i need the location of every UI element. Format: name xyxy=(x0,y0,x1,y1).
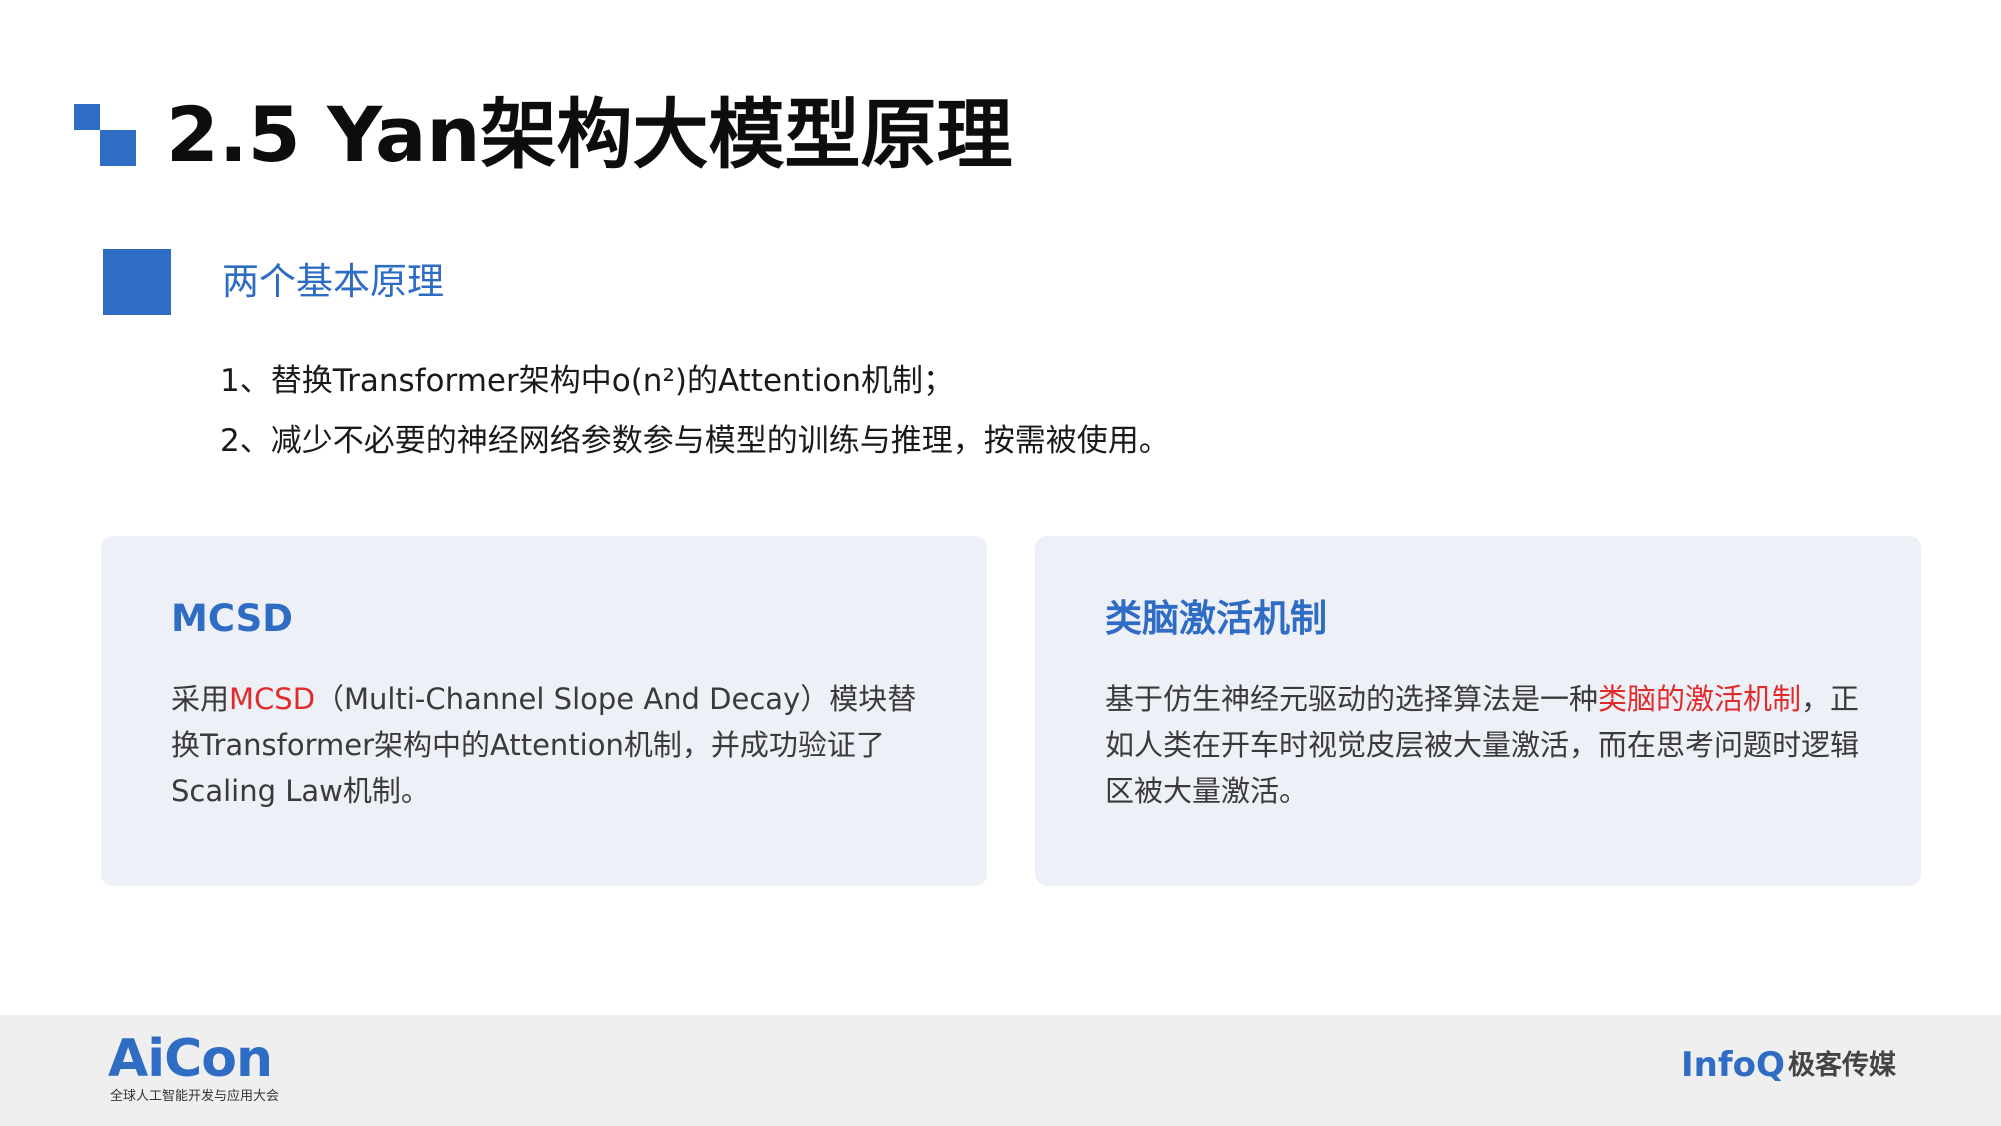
geek-media-logo: 极客传媒 xyxy=(1788,1050,1896,1081)
aicon-subtitle: 全球人工智能开发与应用大会 xyxy=(110,1089,280,1104)
footer: AiCon 全球人工智能开发与应用大会 InfoQ 极客传媒 xyxy=(0,1015,2001,1126)
card-body: 基于仿生神经元驱动的选择算法是一种类脑的激活机制，正如人类在开车时视觉皮层被大量… xyxy=(1105,676,1865,814)
card-title: 类脑激活机制 xyxy=(1105,597,1327,640)
card-brain-activation: 类脑激活机制 基于仿生神经元驱动的选择算法是一种类脑的激活机制，正如人类在开车时… xyxy=(1035,536,1921,886)
aicon-logo: AiCon xyxy=(108,1029,273,1089)
card-mcsd: MCSD 采用MCSD（Multi-Channel Slope And Deca… xyxy=(101,536,987,886)
card-title: MCSD xyxy=(171,597,294,640)
section-title: 两个基本原理 xyxy=(222,260,444,303)
title-mark-square-small xyxy=(74,104,100,130)
card-body-highlight: MCSD xyxy=(229,682,316,716)
card-body-text: 基于仿生神经元驱动的选择算法是一种 xyxy=(1105,682,1599,716)
card-body-highlight: 类脑的激活机制 xyxy=(1598,682,1802,716)
principle-2: 2、减少不必要的神经网络参数参与模型的训练与推理，按需被使用。 xyxy=(220,423,1170,459)
section-marker-icon xyxy=(103,249,171,315)
page-title: 2.5 Yan架构大模型原理 xyxy=(166,90,1013,179)
card-body-text: 采用 xyxy=(171,682,230,716)
title-mark-icon xyxy=(74,104,136,166)
principle-1: 1、替换Transformer架构中o(n²)的Attention机制； xyxy=(220,363,955,399)
card-body: 采用MCSD（Multi-Channel Slope And Decay）模块替… xyxy=(171,676,931,814)
infoq-logo: InfoQ xyxy=(1681,1045,1785,1085)
title-mark-square-large xyxy=(100,130,136,166)
